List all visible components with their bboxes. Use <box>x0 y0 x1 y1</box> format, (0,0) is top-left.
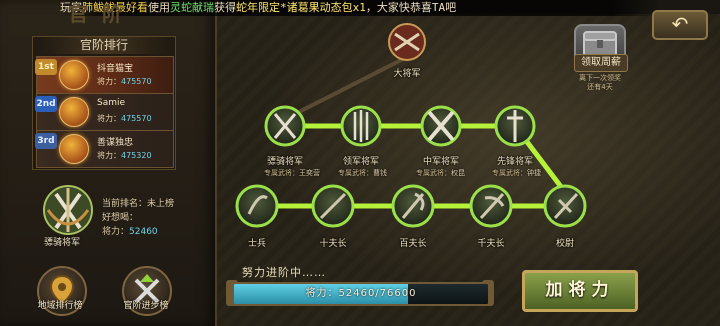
exclusive-value: 钟捷 <box>527 169 541 177</box>
promotion-rank-label: 官阶进步榜 <box>123 301 169 311</box>
salary-countdown: 离下一次领奖 还有4天 <box>568 74 632 92</box>
avatar <box>59 134 89 164</box>
general-2-label: 领军将军 <box>342 157 379 167</box>
rank-3-label: 百夫长 <box>399 239 427 249</box>
salary-note-line1: 离下一次领奖 <box>579 74 621 82</box>
salary-note-line2: 还有4天 <box>587 83 613 91</box>
marquee-mid2: 获得 <box>214 1 236 14</box>
tree-node-rank-5[interactable] <box>543 184 587 228</box>
current-rank-value: 未上榜 <box>147 199 175 209</box>
ranking-row-3[interactable]: 3rd 善谋独忠 将力：475320 <box>35 130 174 168</box>
exclusive-label: 专属武将： <box>492 169 527 177</box>
power-value: 475320 <box>121 151 152 160</box>
rank-badge-3rd: 3rd <box>35 133 57 149</box>
exclusive-value: 权昆 <box>451 169 465 177</box>
general-3-exclusive: 专属武将：权昆 <box>416 168 465 178</box>
current-rank-name: 骠骑将军 <box>44 238 81 248</box>
current-rank-emblem-icon <box>43 185 93 235</box>
current-rank-line: 当前排名：未上榜 <box>102 196 174 209</box>
power-value: 475570 <box>121 77 152 86</box>
marquee-item: 灵蛇献瑞 <box>170 1 214 14</box>
ranking-row-1[interactable]: 1st 抖音猫宝 将力：475570 <box>35 56 174 94</box>
tree-node-rank-4[interactable] <box>469 184 513 228</box>
ranking-player-name: 抖音猫宝 <box>97 64 134 74</box>
power-progress-bar: 将力：52460/76600 <box>232 282 490 306</box>
rank-4-label: 千夫长 <box>477 239 505 249</box>
ranking-title: 官阶排行 <box>40 36 168 54</box>
tree-node-rank-2[interactable] <box>311 184 355 228</box>
tree-node-general-1[interactable] <box>264 105 306 147</box>
rank-2-label: 十夫长 <box>319 239 347 249</box>
tree-node-general-3[interactable] <box>420 105 462 147</box>
self-power-line: 将力：52460 <box>102 224 158 237</box>
ranking-player-name: 善谋独忠 <box>97 138 134 148</box>
power-label: 将力： <box>97 77 121 86</box>
progress-label: 将力： <box>305 288 339 299</box>
current-rank-label: 当前排名： <box>102 199 148 209</box>
region-rank-label: 地域排行榜 <box>37 301 83 311</box>
exclusive-value: 王奕营 <box>299 169 320 177</box>
tree-node-general-2[interactable] <box>340 105 382 147</box>
rank-badge-1st: 1st <box>35 59 57 75</box>
general-3-label: 中军将军 <box>422 157 459 167</box>
ranking-row-2[interactable]: 2nd Samie 将力：475570 <box>35 93 174 131</box>
marquee-mid1: 使用 <box>148 1 170 14</box>
exclusive-label: 专属武将： <box>264 169 299 177</box>
exclusive-label: 专属武将： <box>416 169 451 177</box>
self-power-value: 52460 <box>129 227 158 237</box>
power-progress-text: 将力：52460/76600 <box>234 284 488 304</box>
general-4-label: 先锋将军 <box>496 157 533 167</box>
general-1-label: 骠骑将军 <box>266 157 303 167</box>
general-2-exclusive: 专属武将：曹钱 <box>338 168 387 178</box>
general-1-exclusive: 专属武将：王奕营 <box>264 168 320 178</box>
exclusive-value: 曹钱 <box>373 169 387 177</box>
general-4-exclusive: 专属武将：钟捷 <box>492 168 541 178</box>
self-quote-line: 好想喝： <box>102 210 138 223</box>
ranking-player-name: Samie <box>97 98 126 108</box>
avatar <box>59 97 89 127</box>
tree-node-general-4[interactable] <box>494 105 536 147</box>
marquee-reward: 蛇年限定*诸葛果动态包x1 <box>236 1 366 14</box>
tree-node-top[interactable] <box>388 23 426 61</box>
progress-title: 努力进阶中…… <box>242 266 326 279</box>
ranking-player-power: 将力：475320 <box>97 150 152 161</box>
avatar <box>59 60 89 90</box>
rank-tree <box>235 23 587 228</box>
rank-badge-2nd: 2nd <box>35 96 57 112</box>
power-value: 475570 <box>121 114 152 123</box>
claim-salary-button[interactable]: 领取周薪 <box>574 54 628 72</box>
tree-node-top-label: 大将军 <box>393 69 421 79</box>
tree-node-rank-3[interactable] <box>391 184 435 228</box>
page-title: 官阶 <box>68 2 136 26</box>
power-label: 将力： <box>97 151 121 160</box>
exclusive-label: 专属武将： <box>338 169 373 177</box>
tree-node-rank-1[interactable] <box>235 184 279 228</box>
add-general-power-button[interactable]: 加将力 <box>522 270 638 312</box>
rank-1-label: 士兵 <box>247 239 266 249</box>
self-quote-label: 好想喝： <box>102 213 139 223</box>
progress-value: 52460/76600 <box>338 288 417 299</box>
self-power-label: 将力： <box>102 227 130 237</box>
ranking-player-power: 将力：475570 <box>97 76 152 87</box>
marquee-suffix: ，大家快恭喜TA吧 <box>365 1 457 14</box>
rank-5-label: 校尉 <box>555 239 574 249</box>
ranking-player-power: 将力：475570 <box>97 113 152 124</box>
power-label: 将力： <box>97 114 121 123</box>
